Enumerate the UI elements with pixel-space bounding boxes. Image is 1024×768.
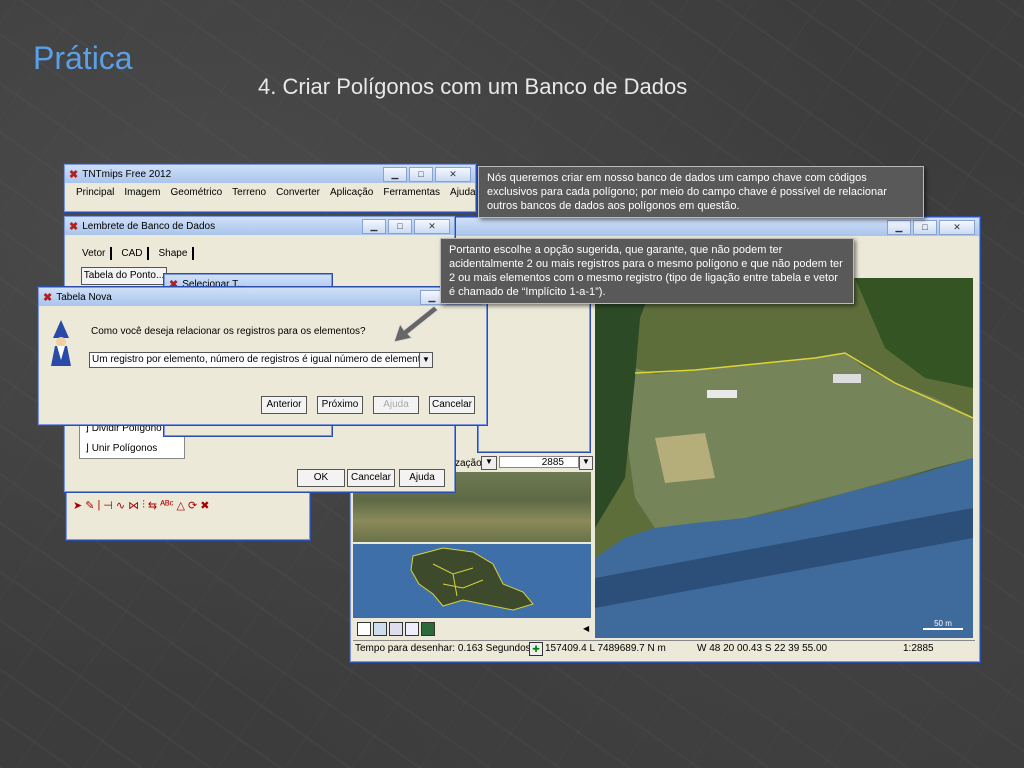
draw-tool-icon[interactable]: ✎ — [85, 499, 94, 512]
question-text: Como você deseja relacionar os registros… — [91, 326, 366, 337]
menu-item-ajuda[interactable]: Ajuda — [445, 187, 481, 198]
help-button[interactable]: Ajuda — [399, 469, 445, 487]
search-icon[interactable] — [405, 622, 419, 636]
pointer-arrow-icon — [394, 306, 439, 343]
tool-palette: ➤ ✎ | ⊣ ∿ ⋈ ⫶ ⇆ ᴬᴮᶜ △ ⟳ ✖ — [73, 499, 209, 512]
measure-tool-icon[interactable]: △ — [177, 499, 185, 512]
tntmips-logo-icon: ✖ — [69, 168, 79, 181]
new-table-title: Tabela Nova — [56, 291, 112, 303]
draw-time-text: Tempo para desenhar: 0.163 Segundos — [355, 643, 531, 654]
zoom-value-dropdown[interactable]: ▼ — [579, 456, 593, 470]
tab-shape[interactable]: Shape — [153, 247, 195, 260]
latlon-readout: W 48 20 00.43 S 22 39 55.00 — [697, 643, 828, 654]
minimize-icon[interactable]: ▁ — [362, 219, 386, 234]
crosshair-icon[interactable]: ✚ — [529, 642, 543, 656]
minimize-icon[interactable]: ▁ — [383, 167, 407, 182]
menu-item-ferramentas[interactable]: Ferramentas — [378, 187, 445, 198]
maximize-icon[interactable]: □ — [409, 167, 433, 182]
menu-item-principal[interactable]: Principal — [71, 187, 119, 198]
chevron-down-icon[interactable]: ▼ — [419, 353, 432, 367]
main-menubar: Principal Imagem Geométrico Terreno Conv… — [65, 183, 476, 202]
zoom-dropdown[interactable]: ▼ — [481, 456, 497, 470]
select-tool-icon[interactable]: ➤ — [73, 499, 82, 512]
close-icon[interactable]: ✕ — [435, 167, 471, 182]
menu-item-geometrico[interactable]: Geométrico — [165, 187, 227, 198]
back-button[interactable]: Anterior — [261, 396, 307, 414]
relation-select[interactable]: Um registro por elemento, número de regi… — [89, 352, 433, 368]
line-tool-icon[interactable]: | — [97, 499, 100, 512]
split-tool-icon[interactable]: ⫶ — [142, 499, 145, 512]
minimize-icon[interactable]: ▁ — [887, 220, 911, 235]
move-tool-icon[interactable]: ⇆ — [148, 499, 157, 512]
satellite-image — [595, 278, 973, 638]
map-toolbar — [353, 620, 595, 638]
scale-readout: 1:2885 — [903, 643, 934, 654]
relation-select-value: Um registro por elemento, número de regi… — [92, 354, 432, 365]
ok-button[interactable]: OK — [297, 469, 345, 487]
status-bar: Tempo para desenhar: 0.163 Segundos ✚ 15… — [353, 640, 975, 657]
spline-tool-icon[interactable]: ∿ — [116, 499, 125, 512]
label-tool-icon[interactable]: ᴬᴮᶜ — [160, 499, 173, 512]
tab-vetor[interactable]: Vetor — [77, 247, 113, 260]
refresh-icon[interactable] — [389, 622, 403, 636]
tool-palette-window: ➤ ✎ | ⊣ ∿ ⋈ ⫶ ⇆ ᴬᴮᶜ △ ⟳ ✖ — [66, 490, 310, 540]
overview-map[interactable] — [353, 544, 591, 618]
menu-item-aplicacao[interactable]: Aplicação — [325, 187, 378, 198]
help-button: Ajuda — [373, 396, 419, 414]
menu-item-converter[interactable]: Converter — [271, 187, 325, 198]
cancel-button[interactable]: Cancelar — [347, 469, 395, 487]
tab-cad[interactable]: CAD — [116, 247, 150, 260]
image-icon[interactable] — [421, 622, 435, 636]
scale-bar: 50 m — [923, 619, 963, 630]
main-map-view[interactable]: 50 m — [595, 278, 973, 638]
new-table-titlebar: ✖ Tabela Nova ▁ ✕ — [39, 288, 486, 306]
node-tool-icon[interactable]: ⊣ — [103, 499, 113, 512]
cancel-button[interactable]: Cancelar — [429, 396, 475, 414]
main-window-title: TNTmips Free 2012 — [82, 168, 172, 180]
close-icon[interactable]: ✕ — [414, 219, 450, 234]
table-list-window — [478, 300, 590, 452]
tntmips-logo-icon: ✖ — [69, 220, 79, 233]
maximize-icon[interactable]: □ — [913, 220, 937, 235]
overview-polygon-shape — [410, 547, 534, 611]
reminder-titlebar: ✖ Lembrete de Banco de Dados ▁ □ ✕ — [65, 217, 454, 235]
join-tool-icon[interactable]: ⋈ — [128, 499, 139, 512]
transform-tool-icon[interactable]: ⟳ — [188, 499, 197, 512]
slide-title: Prática — [33, 40, 133, 76]
zoom-in-icon[interactable] — [373, 622, 387, 636]
menu-item-terreno[interactable]: Terreno — [227, 187, 271, 198]
slide-subtitle: 4. Criar Polígonos com um Banco de Dados — [258, 74, 688, 99]
delete-tool-icon[interactable]: ✖ — [200, 499, 209, 512]
zoom-value-field[interactable]: 2885 — [499, 456, 579, 468]
option-unir-poligonos[interactable]: ⌋ Unir Polígonos — [85, 443, 157, 454]
close-icon[interactable]: ✕ — [939, 220, 975, 235]
coordinate-readout: 157409.4 L 7489689.7 N m — [545, 643, 666, 654]
tntmips-logo-icon: ✖ — [43, 291, 53, 304]
wizard-icon — [47, 320, 75, 366]
main-titlebar: ✖ TNTmips Free 2012 ▁ □ ✕ — [65, 165, 475, 183]
reminder-tabs: Vetor CAD Shape — [77, 247, 198, 260]
zoom-label: zação — [455, 458, 482, 469]
scroll-left-icon[interactable]: ◀ — [583, 624, 589, 633]
option-label: Unir Polígonos — [91, 443, 158, 454]
maximize-icon[interactable]: □ — [388, 219, 412, 234]
reminder-window-title: Lembrete de Banco de Dados — [82, 220, 216, 232]
callout-first: Nós queremos criar em nosso banco de dad… — [478, 166, 924, 218]
tntmips-main-window: ✖ TNTmips Free 2012 ▁ □ ✕ Principal Imag… — [64, 164, 476, 212]
callout-second: Portanto escolhe a opção sugerida, que g… — [440, 238, 854, 304]
legend-icon[interactable] — [357, 622, 371, 636]
menu-item-imagem[interactable]: Imagem — [119, 187, 165, 198]
point-table-button[interactable]: Tabela do Ponto... — [81, 267, 167, 285]
next-button[interactable]: Próximo — [317, 396, 363, 414]
